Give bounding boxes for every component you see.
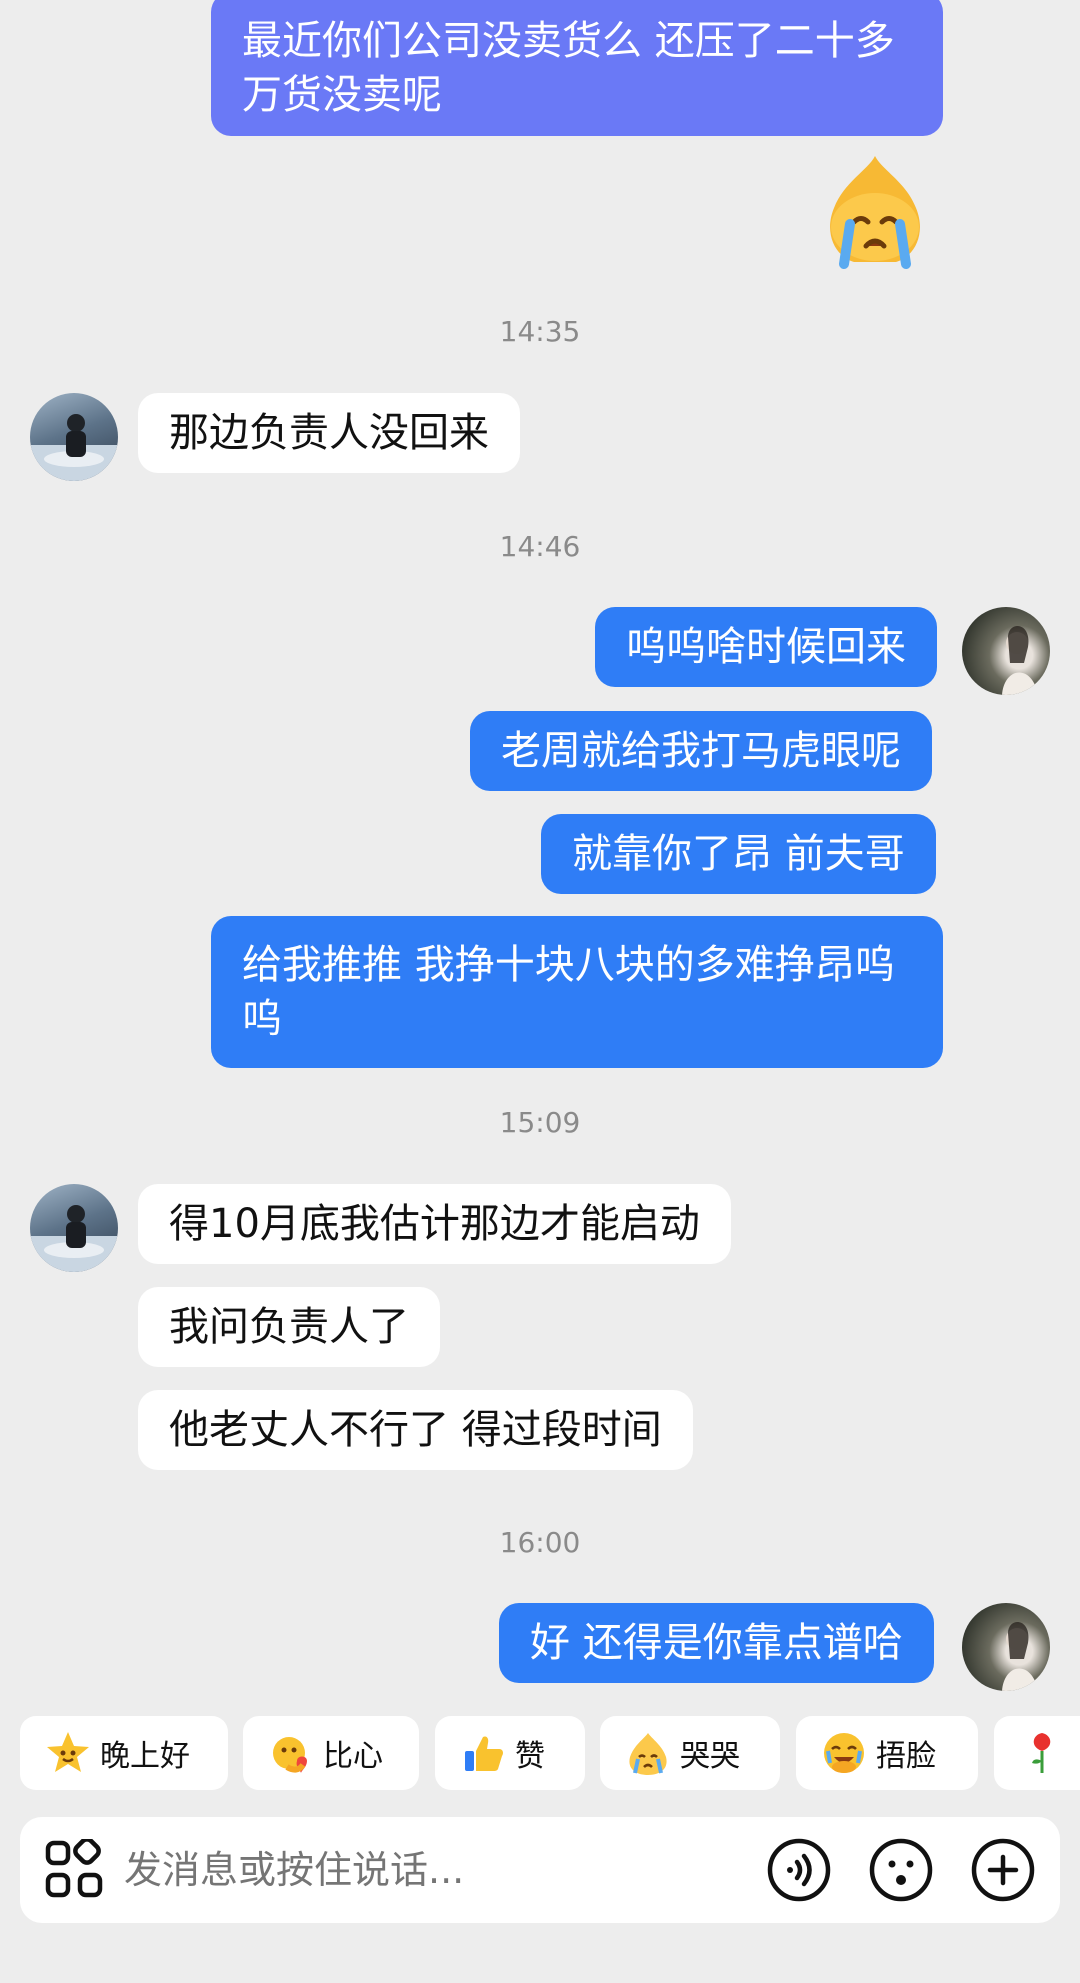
quick-reply-chip[interactable]: 比心	[243, 1716, 419, 1790]
message-bubble-outgoing[interactable]: 就靠你了昂 前夫哥	[541, 814, 936, 894]
thumbs-up-icon	[459, 1729, 507, 1777]
facepalm-icon	[820, 1729, 868, 1777]
contact-avatar[interactable]	[30, 393, 118, 481]
heart-hands-icon	[267, 1729, 315, 1777]
loudly-crying-face-icon[interactable]	[810, 152, 940, 272]
quick-reply-chip[interactable]: 捂脸	[796, 1716, 978, 1790]
my-avatar[interactable]	[962, 1603, 1050, 1691]
chat-area[interactable]: 最近你们公司没卖货么 还压了二十多 万货没卖呢 14:35 那边负责人没回来 1…	[0, 0, 1080, 1700]
quick-reply-label: 赞	[515, 1739, 545, 1774]
timestamp: 14:35	[499, 315, 581, 348]
quick-reply-label: 比心	[323, 1739, 383, 1774]
voice-icon[interactable]	[766, 1837, 832, 1903]
home-indicator	[0, 1943, 1080, 1983]
apps-grid-icon[interactable]	[44, 1837, 104, 1899]
emoji-icon[interactable]	[868, 1837, 934, 1903]
message-bubble-outgoing[interactable]: 好 还得是你靠点谱哈	[499, 1603, 934, 1683]
plus-icon[interactable]	[970, 1837, 1036, 1903]
message-input-bar	[20, 1817, 1060, 1923]
quick-reply-chip[interactable]: 哭哭	[600, 1716, 780, 1790]
crying-face-icon	[624, 1729, 672, 1777]
quick-reply-label: 捂脸	[876, 1739, 936, 1774]
timestamp: 14:46	[499, 530, 581, 563]
contact-avatar[interactable]	[30, 1184, 118, 1272]
message-bubble-incoming[interactable]: 得10月底我估计那边才能启动	[138, 1184, 731, 1264]
message-input[interactable]	[124, 1817, 764, 1923]
message-bubble-incoming[interactable]: 他老丈人不行了 得过段时间	[138, 1390, 693, 1470]
timestamp: 16:00	[499, 1526, 581, 1559]
star-face-icon	[44, 1729, 92, 1777]
my-avatar[interactable]	[962, 607, 1050, 695]
quick-reply-chip[interactable]: 赞	[435, 1716, 585, 1790]
timestamp: 15:09	[499, 1106, 581, 1139]
message-bubble-incoming[interactable]: 我问负责人了	[138, 1287, 440, 1367]
quick-reply-chip[interactable]: 晚上好	[20, 1716, 228, 1790]
quick-reply-bar[interactable]: 晚上好 比心 赞 哭哭 捂脸	[0, 1716, 1080, 1792]
message-bubble-outgoing[interactable]: 最近你们公司没卖货么 还压了二十多 万货没卖呢	[211, 0, 943, 136]
quick-reply-label: 哭哭	[680, 1739, 740, 1774]
quick-reply-chip[interactable]	[994, 1716, 1080, 1790]
message-bubble-outgoing[interactable]: 呜呜啥时候回来	[595, 607, 937, 687]
message-bubble-outgoing[interactable]: 老周就给我打马虎眼呢	[470, 711, 932, 791]
rose-icon	[1018, 1729, 1066, 1777]
message-bubble-incoming[interactable]: 那边负责人没回来	[138, 393, 520, 473]
message-bubble-outgoing[interactable]: 给我推推 我挣十块八块的多难挣昂呜 呜	[211, 916, 943, 1068]
quick-reply-label: 晚上好	[100, 1739, 190, 1774]
